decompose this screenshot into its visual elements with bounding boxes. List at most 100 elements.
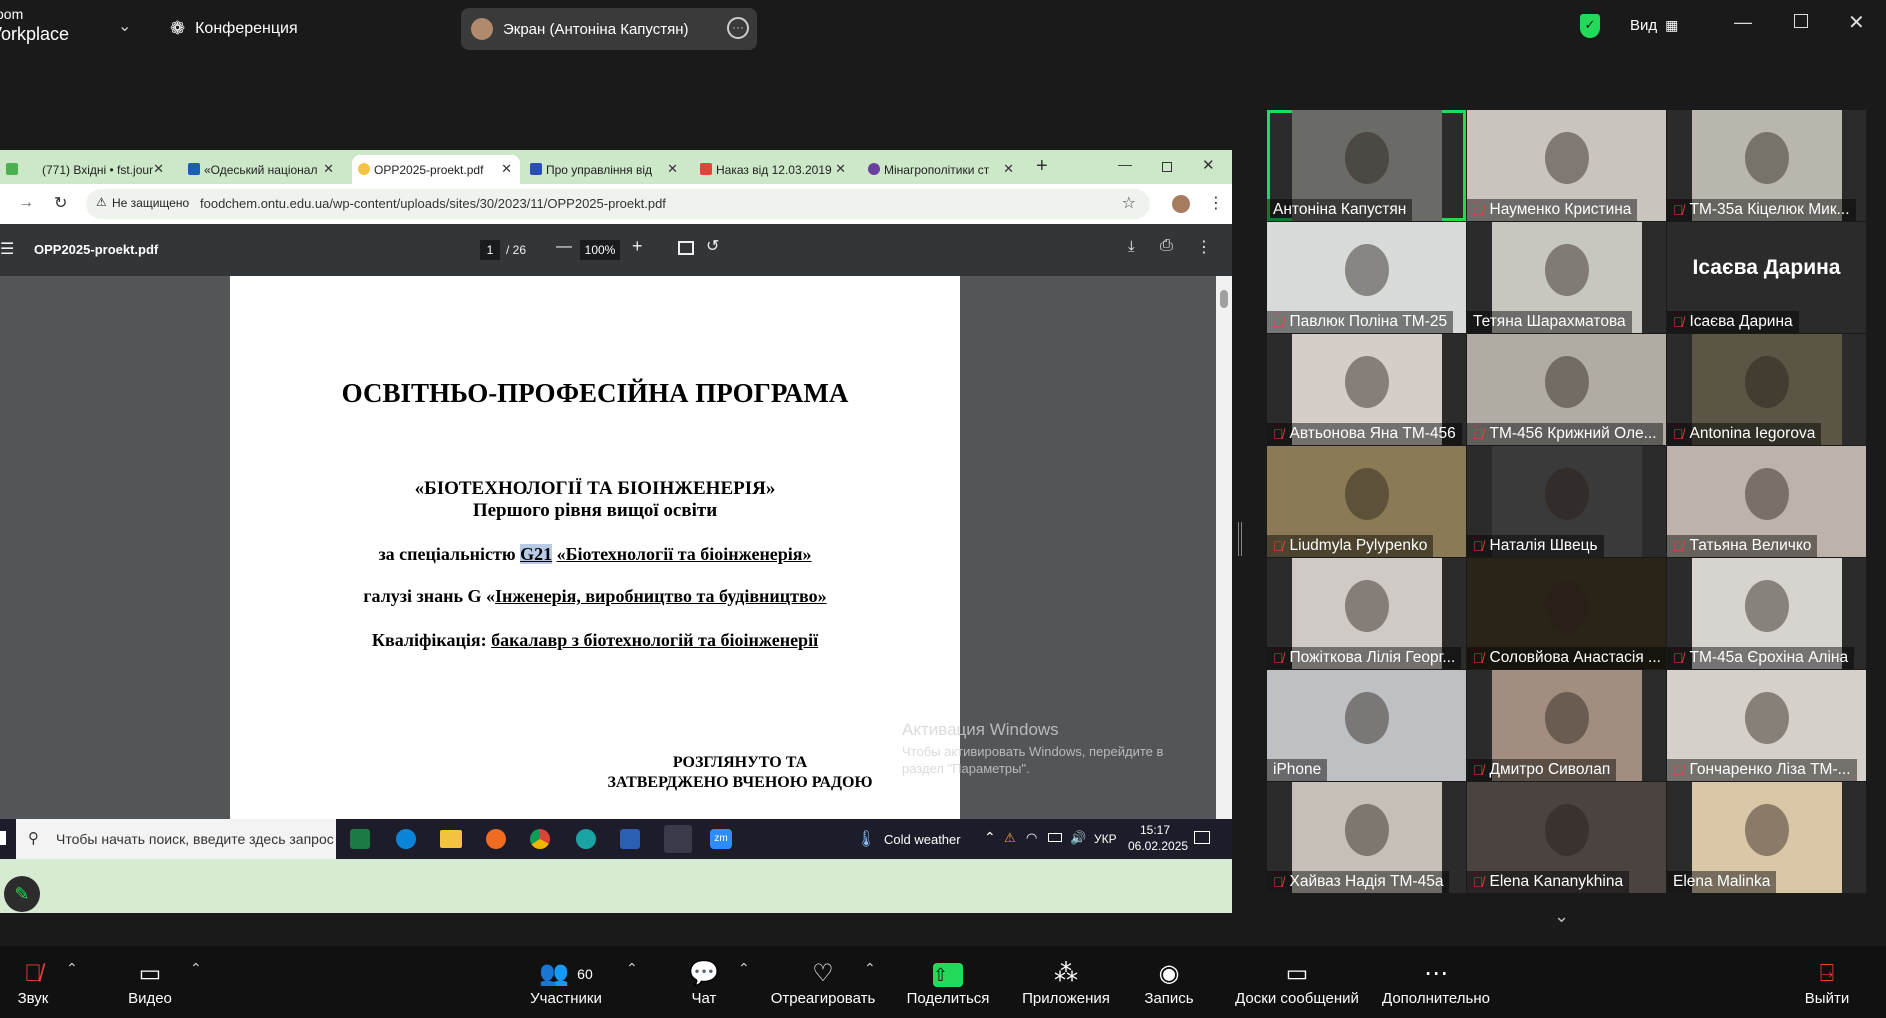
chat-options-caret[interactable]: ⌃ [738, 960, 750, 977]
participant-tile[interactable]: iPhone [1267, 670, 1466, 781]
video-options-caret[interactable]: ⌃ [190, 960, 202, 977]
participant-tile[interactable]: Тетяна Шарахматова [1467, 222, 1666, 333]
print-icon[interactable]: ⎙ [1160, 237, 1173, 255]
zoom-level-input[interactable]: 100% [580, 240, 620, 260]
leave-button[interactable]: ⍈ Выйти [1804, 946, 1850, 1018]
participants-button[interactable]: 👥 60 Участники [526, 946, 606, 1018]
participant-tile[interactable]: Ісаєва Дарина 🎙̸ Ісаєва Дарина [1667, 222, 1866, 333]
tray-chevron-icon[interactable]: ⌃ [984, 829, 996, 846]
browser-tab-5[interactable]: Наказ від 12.03.2019 ✕ [694, 155, 854, 184]
zoom-in-icon[interactable]: + [632, 236, 643, 257]
participant-tile[interactable]: 🎙̸ ТМ-45а Єрохіна Аліна [1667, 558, 1866, 669]
participant-tile[interactable]: 🎙̸ ТМ-35а Кіцелюк Мик... [1667, 110, 1866, 221]
react-button[interactable]: ♡ Отреагировать [768, 946, 878, 1018]
taskbar-search-input[interactable]: ⚲ Чтобы начать поиск, введите здесь запр… [16, 819, 336, 859]
participant-tile[interactable]: 🎙̸ ТМ-456 Крижний Оле... [1467, 334, 1666, 445]
share-button[interactable]: ⇧ Поделиться [904, 946, 992, 1018]
hamburger-icon[interactable]: ☰ [0, 239, 14, 259]
clock-date[interactable]: 06.02.2025 [1128, 839, 1188, 853]
tab-close-icon[interactable]: ✕ [323, 161, 334, 177]
security-label[interactable]: Не защищено [112, 196, 189, 210]
browser-tab-4[interactable]: Про управління від ✕ [524, 155, 686, 184]
new-tab-button[interactable]: + [1036, 155, 1048, 178]
chat-button[interactable]: 💬 Чат [684, 946, 724, 1018]
meeting-menu-button[interactable]: ❁ Конференция [170, 18, 298, 39]
wifi-icon[interactable]: ◠ [1026, 830, 1037, 846]
tab-close-icon[interactable]: ✕ [1003, 161, 1014, 177]
warning-icon[interactable]: ⚠ [1004, 830, 1016, 846]
battery-icon[interactable] [1048, 833, 1062, 842]
audio-button[interactable]: 🎙̸ Звук [10, 946, 56, 1018]
language-indicator[interactable]: УКР [1094, 832, 1117, 846]
fit-page-icon[interactable] [678, 241, 694, 255]
participant-tile[interactable]: 🎙̸ Науменко Кристина [1467, 110, 1666, 221]
notifications-icon[interactable] [1194, 831, 1210, 844]
volume-icon[interactable]: 🔊 [1070, 830, 1086, 846]
screen-share-pill[interactable]: Экран (Антоніна Капустян) ··· [461, 8, 757, 50]
participants-options-caret[interactable]: ⌃ [626, 960, 638, 977]
scrollbar[interactable] [1216, 276, 1232, 819]
security-shield-icon[interactable]: ✓ [1580, 14, 1600, 38]
whiteboards-button[interactable]: ▭ Доски сообщений [1230, 946, 1364, 1018]
skype-icon[interactable] [396, 829, 416, 849]
chevron-down-icon[interactable]: ⌄ [118, 16, 131, 36]
participant-tile[interactable]: 🎙̸ Liudmyla Pylypenko [1267, 446, 1466, 557]
forward-icon[interactable]: → [18, 194, 34, 212]
react-options-caret[interactable]: ⌃ [864, 960, 876, 977]
more-button[interactable]: ⋯ Дополнительно [1380, 946, 1492, 1018]
zoom-out-icon[interactable]: — [556, 238, 572, 256]
firefox-icon[interactable] [486, 829, 506, 849]
tab-close-icon[interactable]: ✕ [501, 161, 512, 177]
participant-tile[interactable]: 🎙̸ Автьонова Яна ТМ-456 [1267, 334, 1466, 445]
minimize-icon[interactable]: — [1734, 12, 1752, 33]
kebab-menu-icon[interactable]: ⋮ [1208, 193, 1224, 213]
scroll-thumb[interactable] [1220, 290, 1228, 308]
restore-icon[interactable] [1162, 162, 1172, 172]
more-options-icon[interactable]: ··· [727, 17, 749, 39]
apps-button[interactable]: ⁂ Приложения [1018, 946, 1114, 1018]
participant-tile[interactable]: 🎙̸ Хайваз Надія ТМ-45а [1267, 782, 1466, 893]
video-button[interactable]: ▭ Видео [122, 946, 178, 1018]
edge-icon[interactable] [576, 829, 596, 849]
pdf-viewer[interactable]: ОСВІТНЬО-ПРОФЕСІЙНА ПРОГРАМА «БІОТЕХНОЛО… [0, 276, 1232, 819]
record-button[interactable]: ◉ Запись [1142, 946, 1196, 1018]
gallery-resize-handle[interactable] [1238, 522, 1242, 556]
participant-tile[interactable]: 🎙̸ Antonina Iegorova [1667, 334, 1866, 445]
minimize-icon[interactable]: — [1118, 156, 1132, 172]
participant-tile[interactable]: 🎙̸ Пожіткова Лілія Георг... [1267, 558, 1466, 669]
participant-tile[interactable]: 🎙̸ Гончаренко Ліза ТМ-... [1667, 670, 1866, 781]
weather-label[interactable]: Cold weather [884, 832, 961, 847]
participant-tile[interactable]: Elena Malinka [1667, 782, 1866, 893]
kebab-menu-icon[interactable]: ⋮ [1196, 237, 1212, 257]
word-icon[interactable] [620, 829, 640, 849]
participant-tile[interactable]: Антоніна Капустян [1267, 110, 1466, 221]
browser-tab-3[interactable]: OPP2025-proekt.pdf ✕ [352, 155, 520, 184]
browser-tab-2[interactable]: «Одеський націонал ✕ [182, 155, 342, 184]
participant-tile[interactable]: 🎙̸ Наталія Швець [1467, 446, 1666, 557]
url-field[interactable]: ⚠ Не защищено foodchem.ontu.edu.ua/wp-co… [86, 189, 1150, 219]
view-button[interactable]: Вид ▦ [1630, 17, 1678, 34]
gallery-chevron-down-icon[interactable]: ⌄ [1554, 906, 1569, 927]
tab-close-icon[interactable]: ✕ [667, 161, 678, 177]
reload-icon[interactable]: ↻ [54, 193, 67, 213]
audio-options-caret[interactable]: ⌃ [66, 960, 78, 977]
annotate-pen-icon[interactable]: ✎ [4, 876, 40, 912]
chrome-active-icon[interactable] [664, 825, 692, 853]
folder-icon[interactable] [440, 830, 462, 848]
start-icon[interactable] [0, 831, 6, 845]
profile-avatar[interactable] [1172, 195, 1190, 213]
download-icon[interactable]: ⤓ [1128, 238, 1135, 255]
participant-tile[interactable]: 🎙̸ Татьяна Величко [1667, 446, 1866, 557]
tab-close-icon[interactable]: ✕ [835, 161, 846, 177]
excel-icon[interactable] [350, 829, 370, 849]
page-number-input[interactable]: 1 [480, 240, 500, 260]
zoom-app-icon[interactable]: zm [710, 829, 732, 849]
participant-tile[interactable]: 🎙̸ Соловйова Анастасія ... [1467, 558, 1666, 669]
participant-tile[interactable]: 🎙̸ Павлюк Поліна ТМ-25 [1267, 222, 1466, 333]
rotate-icon[interactable]: ↺ [706, 236, 719, 256]
browser-tab-6[interactable]: Мінагрополітики ст ✕ [862, 155, 1022, 184]
participant-tile[interactable]: 🎙̸ Elena Kananykhina [1467, 782, 1666, 893]
close-icon[interactable]: ✕ [1202, 156, 1215, 174]
tab-close-icon[interactable]: ✕ [153, 161, 164, 177]
chrome-icon[interactable] [530, 829, 550, 849]
